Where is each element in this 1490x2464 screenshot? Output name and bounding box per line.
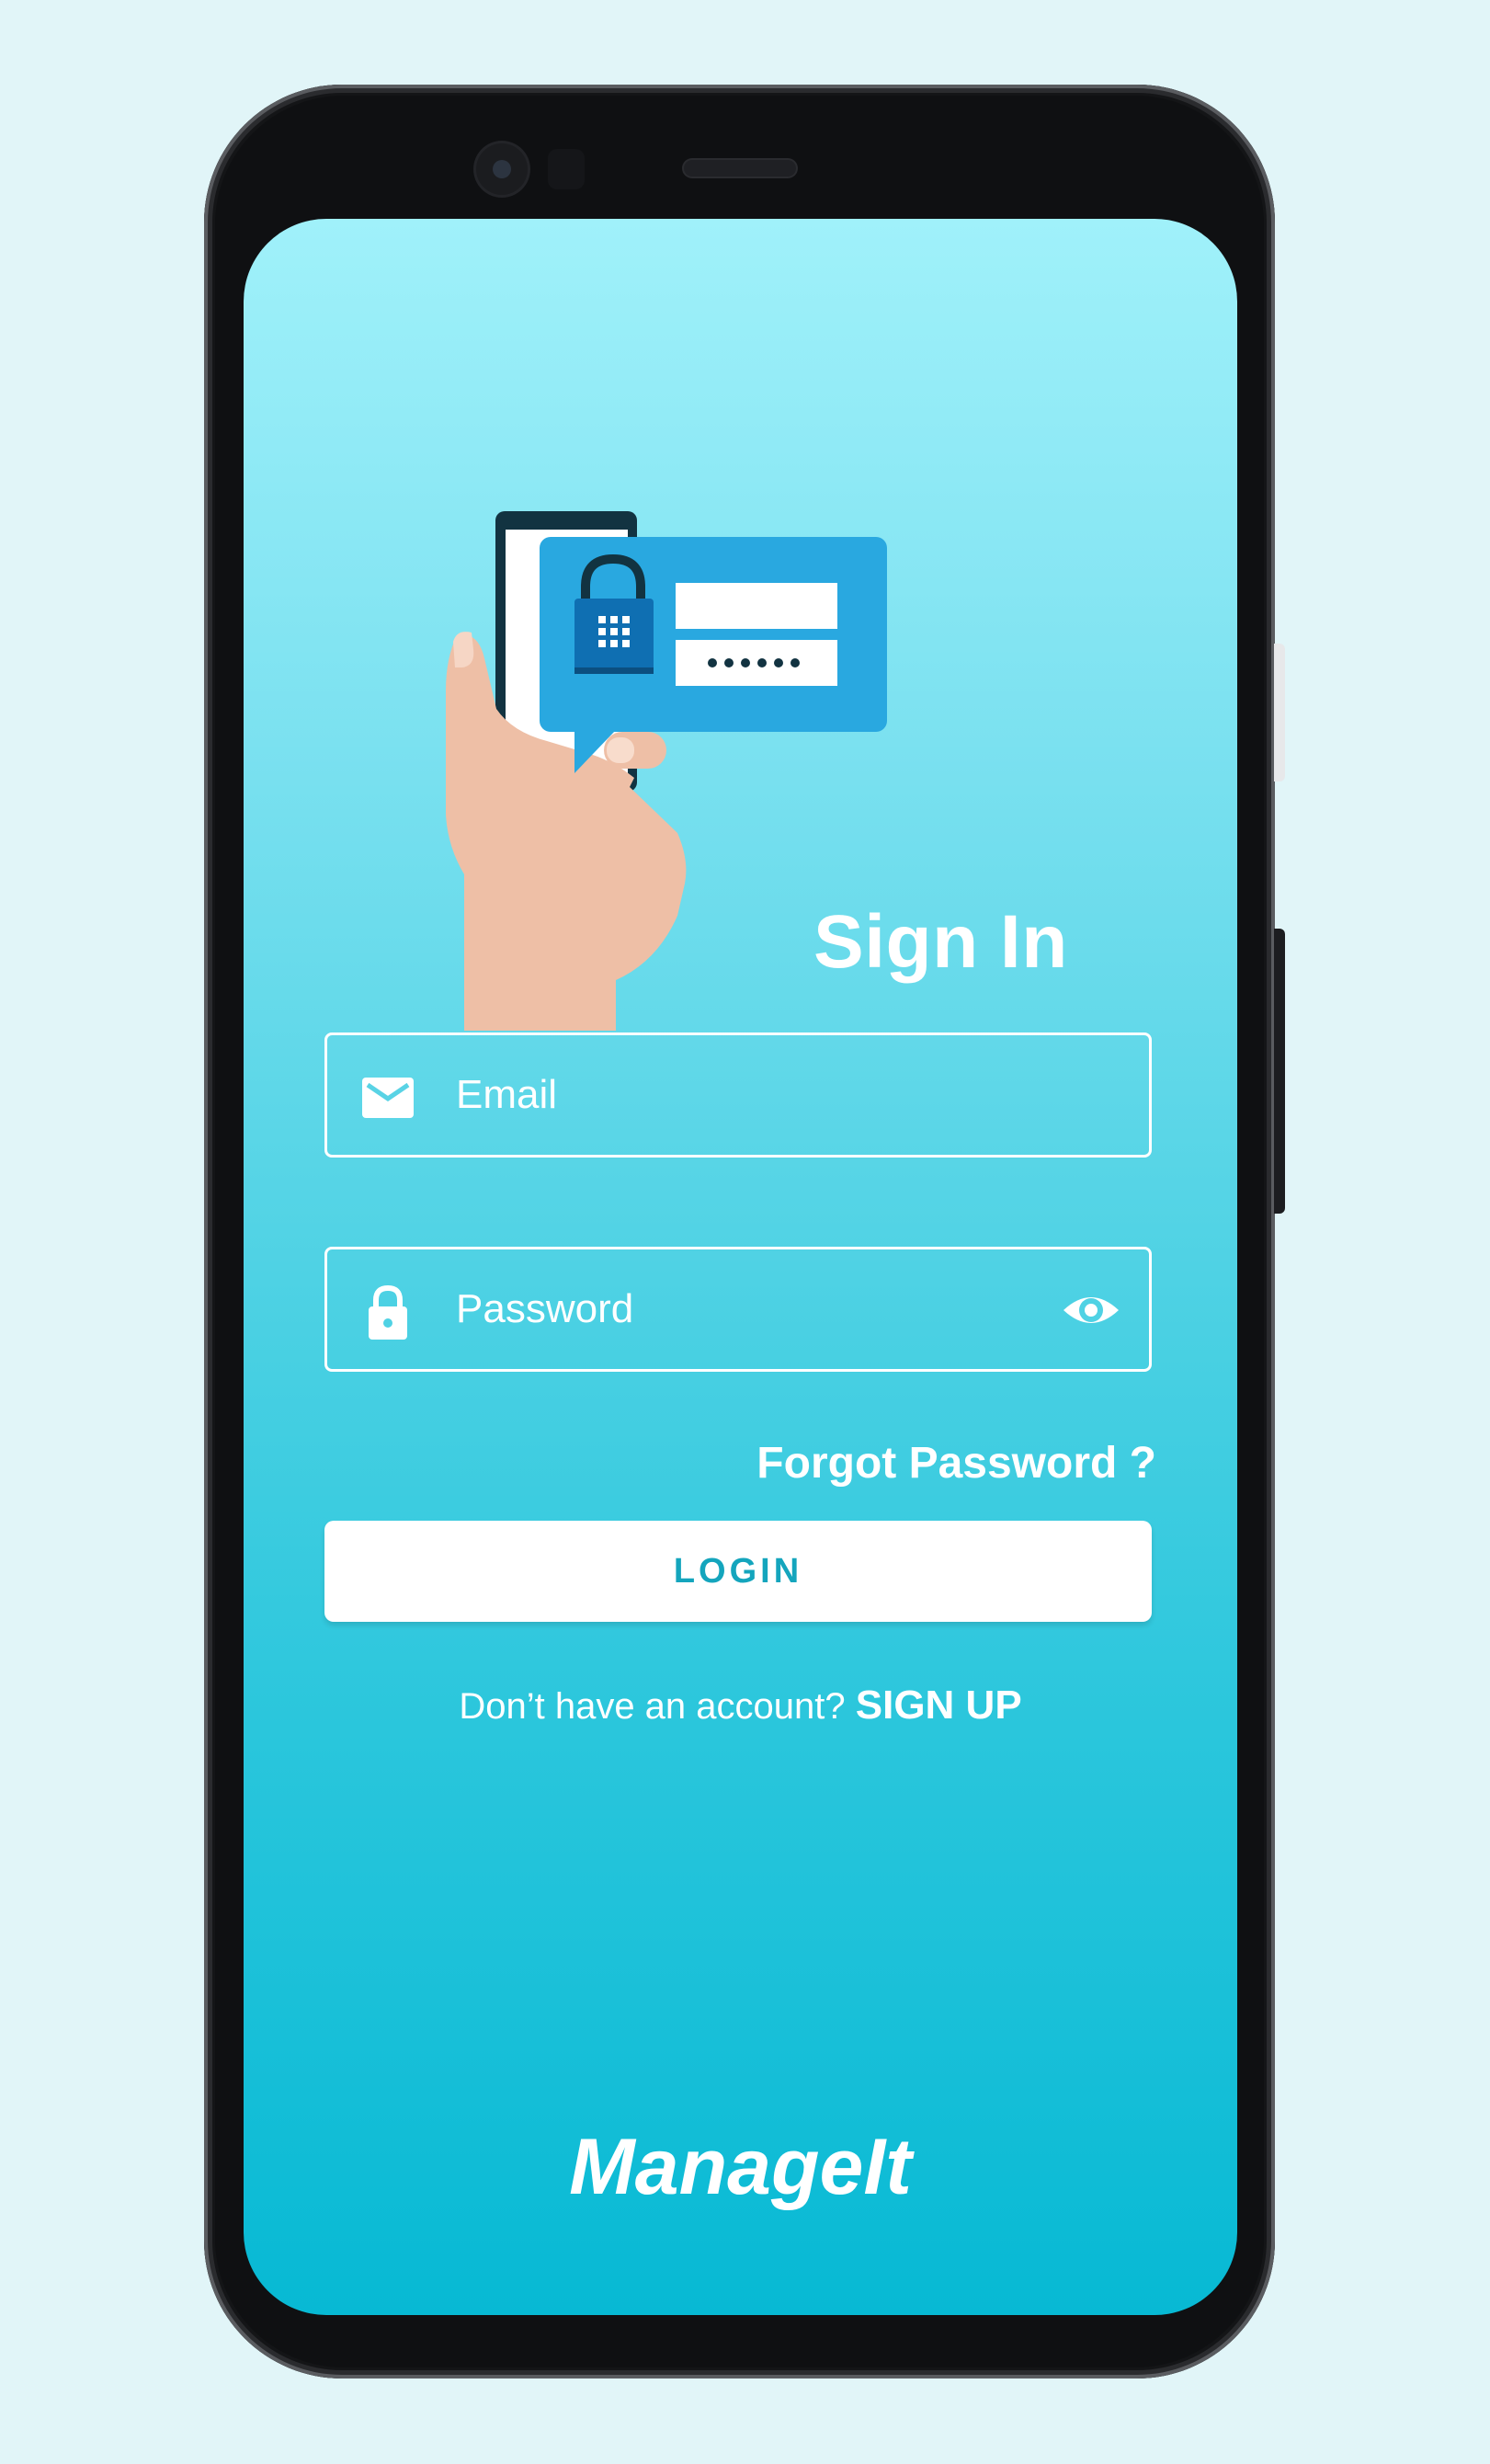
sensor <box>548 149 585 189</box>
lock-icon <box>369 1284 407 1340</box>
page-title: Sign In <box>813 900 1068 984</box>
login-button[interactable]: LOGIN <box>324 1521 1152 1622</box>
illustration-nail-3 <box>607 737 634 763</box>
illustration-lock-shadow <box>574 667 654 674</box>
signup-link[interactable]: SIGN UP <box>856 1683 1022 1728</box>
email-field[interactable] <box>324 1032 1152 1158</box>
signup-row: Don’t have an account? SIGN UP <box>244 1683 1237 1728</box>
password-input[interactable] <box>456 1249 1048 1369</box>
illustration-lock-body <box>574 599 654 674</box>
email-input[interactable] <box>456 1035 1048 1155</box>
forgot-password-link[interactable]: Forgot Password ? <box>756 1438 1156 1489</box>
eye-icon[interactable] <box>1061 1283 1121 1338</box>
illustration-password-box <box>676 640 837 686</box>
app-screen: Sign In Forgot Password ? LOGI <box>244 219 1237 2315</box>
page-background: Sign In Forgot Password ? LOGI <box>0 0 1490 2464</box>
volume-button <box>1274 929 1285 1214</box>
illustration-username-box <box>676 583 837 629</box>
earpiece-speaker <box>684 160 796 177</box>
mail-icon <box>362 1078 414 1118</box>
power-button <box>1274 644 1285 781</box>
password-field[interactable] <box>324 1247 1152 1372</box>
front-camera <box>476 143 528 195</box>
brand-logo: ManageIt <box>569 2123 912 2211</box>
illustration-keypad <box>598 616 630 647</box>
illustration-thumb <box>453 632 474 667</box>
signup-prompt: Don’t have an account? <box>459 1686 846 1727</box>
